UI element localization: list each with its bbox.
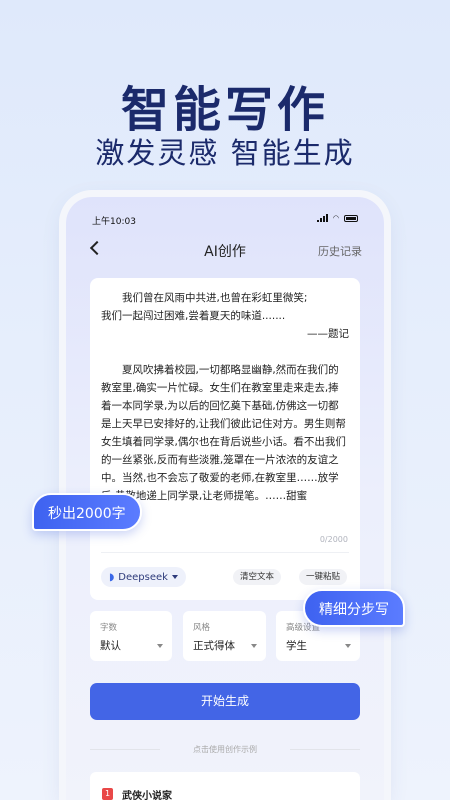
text-editor[interactable]: 我们曾在风雨中共进,也曾在彩虹里微笑; 我们一起闯过困难,尝着夏天的味道....… (90, 278, 360, 600)
nav-bar: AI创作 历史记录 (66, 239, 384, 263)
wifi-icon: ◠ (332, 214, 339, 222)
word-count-label: 字数 (100, 623, 118, 633)
chevron-down-icon (157, 644, 163, 648)
history-link[interactable]: 历史记录 (318, 243, 362, 259)
status-bar: 上午10:03 ◠ (92, 214, 358, 228)
examples-hint: 点击使用创作示例 (90, 744, 360, 755)
word-count-value: 默认 (100, 640, 121, 652)
feature-bubble-stepwise: 精细分步写 (303, 589, 405, 627)
example-title: 武侠小说家 (122, 791, 172, 800)
chevron-down-icon (251, 644, 257, 648)
paste-button[interactable]: 一键粘贴 (299, 569, 348, 585)
essay-body: 夏风吹拂着校园,一切都略显幽静,然而在我们的教室里,确实一片忙碌。女生们在教室里… (101, 364, 346, 502)
deepseek-whale-icon: ◗ (109, 571, 115, 583)
char-counter: 0/2000 (319, 535, 348, 544)
poem-line-2: 我们一起闯过困难,尝着夏天的味道....... (101, 310, 286, 322)
battery-icon (344, 214, 358, 222)
poem-line-1: 我们曾在风雨中共进,也曾在彩虹里微笑; (122, 292, 308, 304)
model-selector[interactable]: ◗ Deepseek (101, 567, 186, 587)
advanced-settings-value: 学生 (286, 640, 307, 652)
model-name: Deepseek (118, 571, 168, 583)
editor-toolbar: ◗ Deepseek 清空文本 一键粘贴 (101, 567, 349, 587)
start-generate-button[interactable]: 开始生成 (90, 683, 360, 720)
rank-badge: 1 (102, 788, 113, 800)
poem-signature: ——题记 (307, 328, 349, 340)
status-icons: ◠ (316, 214, 358, 222)
word-count-select[interactable]: 字数 默认 (90, 611, 172, 661)
style-label: 风格 (193, 623, 211, 633)
feature-bubble-fast: 秒出2000字 (32, 493, 142, 531)
chevron-down-icon (345, 644, 351, 648)
signal-icon (316, 214, 328, 222)
chevron-down-icon (171, 575, 178, 579)
style-select[interactable]: 风格 正式得体 (183, 611, 266, 661)
style-value: 正式得体 (193, 640, 235, 652)
editor-content[interactable]: 我们曾在风雨中共进,也曾在彩虹里微笑; 我们一起闯过困难,尝着夏天的味道....… (101, 289, 349, 523)
status-time: 上午10:03 (92, 217, 136, 227)
example-item[interactable]: 1 武侠小说家 (90, 772, 360, 800)
clear-text-button[interactable]: 清空文本 (233, 569, 282, 585)
editor-divider (101, 552, 349, 553)
promo-subline: 激发灵感 智能生成 (95, 136, 355, 170)
